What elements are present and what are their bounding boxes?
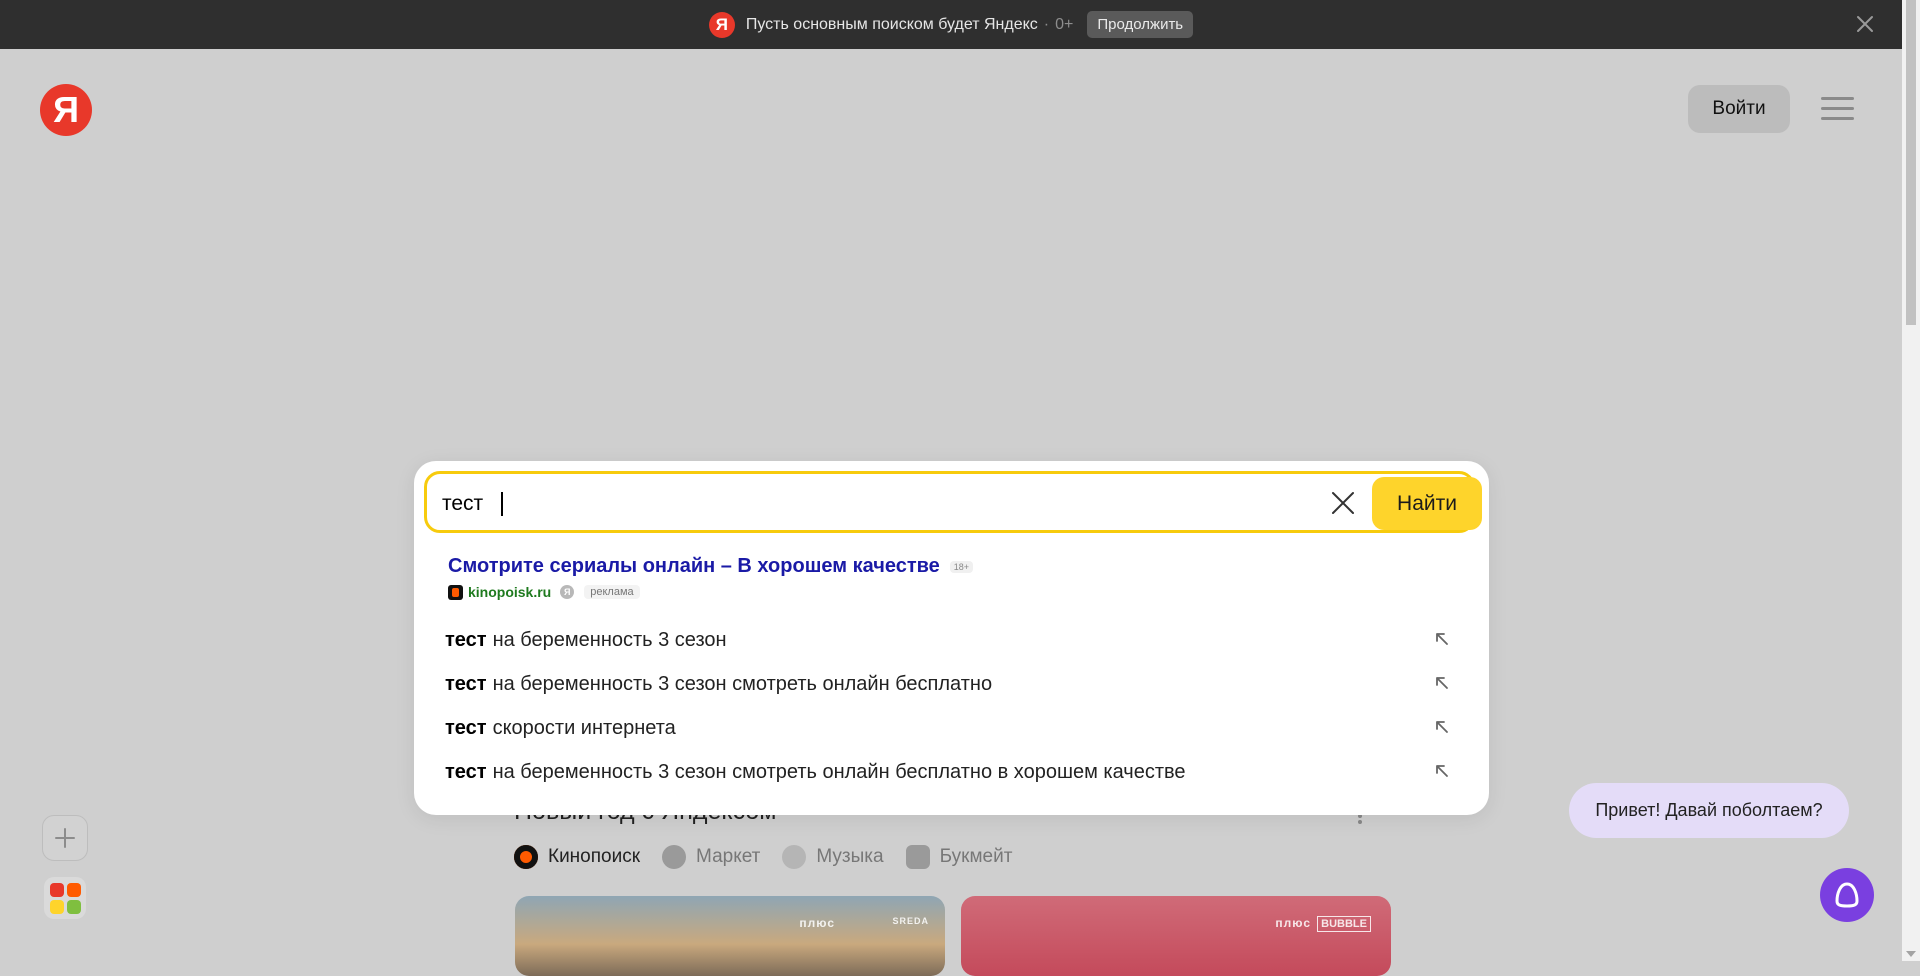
suggestion-rest: скорости интернета (492, 716, 676, 739)
ad-domain[interactable]: kinopoisk.ru (468, 584, 551, 600)
continue-button[interactable]: Продолжить (1087, 11, 1194, 38)
alice-icon (1835, 882, 1859, 908)
insert-suggestion-arrow-icon[interactable] (1433, 762, 1451, 780)
suggestion-rest: на беременность 3 сезон (492, 628, 727, 651)
tab-label: Музыка (816, 846, 884, 867)
suggestion-item[interactable]: тест на беременность 3 сезон смотреть он… (414, 750, 1489, 794)
menu-icon[interactable] (1821, 97, 1854, 121)
suggestion-query: тест (445, 716, 487, 739)
search-box: Найти (424, 471, 1482, 533)
ad-label: реклама (584, 585, 640, 599)
tab-music[interactable]: Музыка (782, 845, 884, 869)
plus-badge: плюс (1275, 916, 1311, 930)
close-icon[interactable] (1854, 13, 1876, 35)
insert-suggestion-arrow-icon[interactable] (1433, 630, 1451, 648)
sreda-badge: SREDA (892, 916, 929, 926)
ad-suggestion[interactable]: Смотрите сериалы онлайн – В хорошем каче… (448, 555, 974, 600)
add-widget-button[interactable] (42, 815, 88, 861)
kinopoisk-favicon-icon (448, 584, 463, 600)
search-input[interactable] (442, 491, 1302, 517)
services-tabs: Кинопоиск Маркет Музыка Букмейт (514, 845, 1012, 869)
yandex-logo-icon: Я (708, 11, 735, 38)
tab-label: Кинопоиск (548, 846, 641, 867)
default-search-banner: Я Пусть основным поиском будет Яндекс 0+… (0, 0, 1902, 49)
login-button[interactable]: Войти (1688, 85, 1790, 133)
suggestion-rest: на беременность 3 сезон смотреть онлайн … (492, 760, 1186, 783)
suggestion-item[interactable]: тест на беременность 3 сезон смотреть он… (414, 662, 1489, 706)
suggestions-list: тест на беременность 3 сезон тест на бер… (414, 618, 1489, 794)
app-icon (67, 900, 81, 914)
scroll-down-arrow-icon[interactable] (1906, 951, 1916, 957)
apps-grid-button[interactable] (44, 877, 86, 919)
bookmate-icon (905, 845, 930, 869)
text-caret (501, 492, 503, 516)
suggestion-query: тест (445, 672, 487, 695)
promo-card[interactable]: плюс BUBBLE (961, 896, 1391, 976)
tab-market[interactable]: Маркет (662, 845, 760, 869)
insert-suggestion-arrow-icon[interactable] (1433, 718, 1451, 736)
ad-title[interactable]: Смотрите сериалы онлайн – В хорошем каче… (448, 555, 940, 578)
app-icon (50, 883, 64, 897)
market-icon (662, 845, 687, 869)
suggestion-query: тест (445, 760, 487, 783)
plus-badge: плюс (799, 916, 835, 930)
tab-label: Букмейт (939, 846, 1013, 867)
suggestion-item[interactable]: тест скорости интернета (414, 706, 1489, 750)
page-scrollbar[interactable] (1902, 0, 1920, 961)
alice-button[interactable] (1820, 868, 1874, 922)
promo-card[interactable]: плюс SREDA (515, 896, 945, 976)
music-icon (782, 845, 807, 869)
plus-icon (55, 828, 75, 848)
app-icon (50, 900, 64, 914)
insert-suggestion-arrow-icon[interactable] (1433, 674, 1451, 692)
suggestion-rest: на беременность 3 сезон смотреть онлайн … (492, 672, 993, 695)
search-suggest-panel: Найти Смотрите сериалы онлайн – В хороше… (414, 461, 1489, 815)
suggestion-item[interactable]: тест на беременность 3 сезон (414, 618, 1489, 662)
yandex-logo[interactable]: Я (40, 84, 92, 136)
age-rating: 0+ (1044, 16, 1073, 34)
app-icon (67, 883, 81, 897)
clear-icon[interactable] (1329, 489, 1357, 517)
find-button[interactable]: Найти (1372, 477, 1482, 530)
bubble-badge: BUBBLE (1317, 916, 1371, 932)
yandex-ads-icon: Я (560, 585, 575, 599)
kinopoisk-icon (514, 845, 538, 869)
scrollbar-thumb[interactable] (1906, 0, 1916, 325)
alice-greeting-bubble[interactable]: Привет! Давай поболтаем? (1569, 783, 1849, 838)
banner-text: Пусть основным поиском будет Яндекс (745, 15, 1038, 33)
ad-age-badge: 18+ (949, 560, 974, 573)
tab-label: Маркет (696, 846, 761, 867)
tab-bookmate[interactable]: Букмейт (905, 845, 1013, 869)
suggestion-query: тест (445, 628, 487, 651)
tab-kinopoisk[interactable]: Кинопоиск (514, 845, 640, 869)
